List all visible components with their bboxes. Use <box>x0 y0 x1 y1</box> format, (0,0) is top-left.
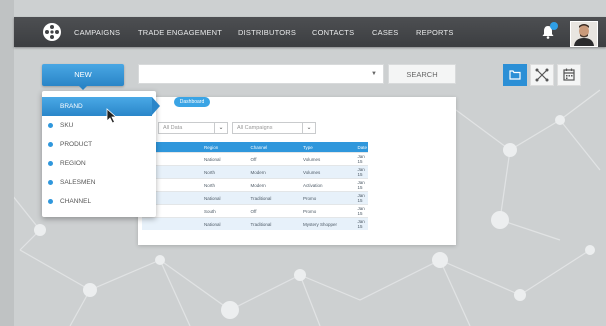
table-cell: Activation <box>297 178 352 192</box>
table-row[interactable]: National Traditional Promo Jan 15 <box>142 191 368 205</box>
menu-item-sku[interactable]: SKU <box>42 116 156 135</box>
table-cell: National <box>198 191 245 205</box>
menu-item-channel[interactable]: CHANNEL <box>42 192 156 211</box>
menu-item-region[interactable]: REGION <box>42 154 156 173</box>
table-cell: North <box>198 178 245 192</box>
notification-badge <box>550 22 558 30</box>
network-icon <box>535 68 549 82</box>
nav-cases[interactable]: CASES <box>372 28 398 37</box>
new-dropdown-menu: BRAND SKU PRODUCT REGION SALESMEN CHANNE… <box>42 91 160 217</box>
nav-campaigns[interactable]: CAMPAIGNS <box>74 28 120 37</box>
network-view-button[interactable] <box>530 64 554 86</box>
campaign-filter-select[interactable]: All Campaigns ⌄ <box>232 122 316 134</box>
nav-distributors[interactable]: DISTRIBUTORS <box>238 28 296 37</box>
table-cell: Promo <box>297 204 352 218</box>
bullet-icon <box>48 199 53 204</box>
table-cell: Promo <box>297 191 352 205</box>
search-input[interactable]: ▼ <box>138 64 384 84</box>
new-button-label: NEW <box>74 70 92 79</box>
table-cell: Off <box>244 152 298 166</box>
nav-reports[interactable]: REPORTS <box>416 28 454 37</box>
folder-view-button[interactable] <box>503 64 527 86</box>
search-dropdown-icon[interactable]: ▼ <box>371 71 377 77</box>
menu-item-label: PRODUCT <box>60 141 93 148</box>
table-cell <box>142 217 198 230</box>
chevron-down-icon: ⌄ <box>214 123 227 133</box>
table-cell: Modern <box>244 165 298 179</box>
nav-trade-engagement[interactable]: TRADE ENGAGEMENT <box>138 28 222 37</box>
table-cell: Modern <box>244 178 298 192</box>
table-header-channel[interactable]: Channel <box>244 142 298 153</box>
table-cell: Jan 15 <box>351 152 368 166</box>
table-cell: Jan 15 <box>351 178 368 192</box>
bullet-icon <box>48 142 53 147</box>
bullet-icon <box>48 180 53 185</box>
table-cell: Off <box>244 204 298 218</box>
app-logo-icon[interactable] <box>42 22 62 42</box>
menu-item-label: BRAND <box>60 103 83 110</box>
table-cell: Jan 15 <box>351 217 368 230</box>
menu-item-brand[interactable]: BRAND <box>42 97 160 116</box>
dashboard-tab[interactable]: Dashboard <box>174 97 210 107</box>
calendar-view-button[interactable] <box>557 64 581 86</box>
table-row[interactable]: South Off Promo Jan 15 <box>142 204 368 218</box>
table-cell: Jan 15 <box>351 204 368 218</box>
campaign-table: Region Channel Type Date National Off Vo… <box>142 142 368 230</box>
data-filter-value: All Data <box>163 125 183 131</box>
table-cell: North <box>198 165 245 179</box>
table-cell: Volumes <box>297 165 352 179</box>
table-header-type[interactable]: Type <box>297 142 352 153</box>
table-row[interactable]: National Off Volumes Jan 15 <box>142 152 368 166</box>
data-filter-select[interactable]: All Data ⌄ <box>158 122 228 134</box>
calendar-icon <box>563 68 575 81</box>
table-row[interactable]: North Modern Volumes Jan 15 <box>142 165 368 179</box>
table-cell: Mystery Shopper <box>297 217 352 230</box>
user-avatar[interactable] <box>570 21 598 47</box>
search-button[interactable]: SEARCH <box>388 64 456 84</box>
table-cell: South <box>198 204 245 218</box>
table-cell: National <box>198 217 245 230</box>
menu-item-label: SALESMEN <box>60 179 96 186</box>
new-button-caret-icon <box>78 85 88 90</box>
table-cell: Jan 15 <box>351 165 368 179</box>
menu-item-product[interactable]: PRODUCT <box>42 135 156 154</box>
table-cell: Traditional <box>244 191 298 205</box>
top-navigation-bar: CAMPAIGNS TRADE ENGAGEMENT DISTRIBUTORS … <box>14 17 606 47</box>
campaign-filter-value: All Campaigns <box>237 125 273 131</box>
chevron-down-icon: ⌄ <box>302 123 315 133</box>
table-cell: Volumes <box>297 152 352 166</box>
table-row[interactable]: North Modern Activation Jan 15 <box>142 178 368 192</box>
menu-item-salesmen[interactable]: SALESMEN <box>42 173 156 192</box>
bullet-icon <box>48 161 53 166</box>
user-avatar-icon <box>571 22 597 46</box>
table-header-row: Region Channel Type Date <box>142 142 368 153</box>
menu-item-label: CHANNEL <box>60 198 92 205</box>
folder-icon <box>509 70 521 80</box>
active-arrow-icon <box>152 97 160 115</box>
mouse-cursor-icon <box>106 108 118 124</box>
table-header-region[interactable]: Region <box>198 142 245 153</box>
menu-item-label: REGION <box>60 160 86 167</box>
table-cell: Jan 15 <box>351 191 368 205</box>
nav-contacts[interactable]: CONTACTS <box>312 28 354 37</box>
new-button[interactable]: NEW <box>42 64 124 90</box>
table-row[interactable]: National Traditional Mystery Shopper Jan… <box>142 217 368 230</box>
menu-item-label: SKU <box>60 122 74 129</box>
table-cell: Traditional <box>244 217 298 230</box>
table-header-date[interactable]: Date <box>351 142 368 153</box>
bullet-icon <box>48 123 53 128</box>
table-cell: National <box>198 152 245 166</box>
